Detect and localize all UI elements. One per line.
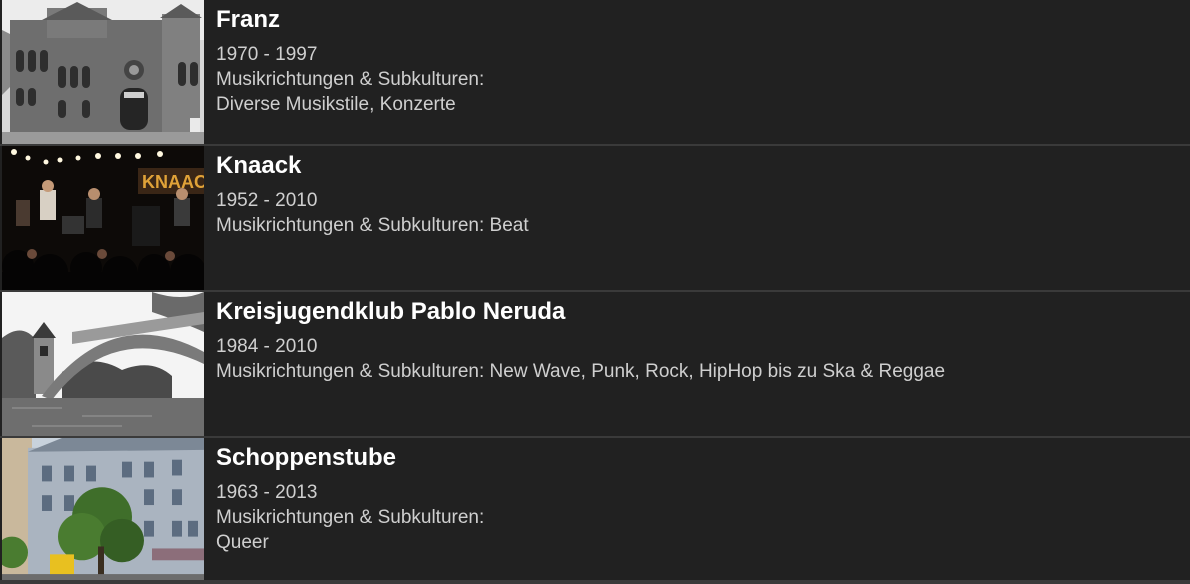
venue-list: Franz 1970 - 1997 Musikrichtungen & Subk… [0, 0, 1190, 584]
venue-info: Kreisjugendklub Pablo Neruda 1984 - 2010… [216, 298, 1180, 384]
venue-genres-value: Queer [216, 532, 269, 553]
venue-photo-knaack[interactable]: KNAACK [2, 146, 204, 290]
venue-genres-label: Musikrichtungen & Subkulturen: [216, 507, 485, 528]
bridge-photo [2, 292, 204, 436]
sign-text: KNAACK [142, 172, 204, 192]
list-item[interactable]: Kreisjugendklub Pablo Neruda 1984 - 2010… [0, 292, 1190, 438]
list-item[interactable]: KNAAC Knaack 1952 - 2010 Musikrichtungen… [0, 146, 1190, 292]
venue-years: 1963 - 2013 [216, 482, 318, 503]
venue-title[interactable]: Schoppenstube [216, 444, 1180, 472]
venue-genres-value: Diverse Musikstile, Konzerte [216, 94, 456, 115]
venue-years: 1970 - 1997 [216, 44, 318, 65]
venue-title[interactable]: Franz [216, 6, 1180, 34]
venue-genres-label: Musikrichtungen & Subkulturen: [216, 69, 485, 90]
venue-genres-label: Musikrichtungen & Subkulturen: New Wave,… [216, 361, 946, 382]
venue-years: 1984 - 2010 [216, 336, 318, 357]
list-item[interactable]: Franz 1970 - 1997 Musikrichtungen & Subk… [0, 0, 1190, 146]
venue-info: Knaack 1952 - 2010 Musikrichtungen & Sub… [216, 152, 1180, 238]
venue-years: 1952 - 2010 [216, 190, 318, 211]
venue-info: Schoppenstube 1963 - 2013 Musikrichtunge… [216, 444, 1180, 555]
building-photo [2, 0, 204, 144]
venue-photo-schoppenstube[interactable] [2, 438, 204, 580]
list-item[interactable]: Schoppenstube 1963 - 2013 Musikrichtunge… [0, 438, 1190, 584]
street-photo [2, 438, 204, 580]
venue-photo-franz[interactable] [2, 0, 204, 144]
venue-title[interactable]: Kreisjugendklub Pablo Neruda [216, 298, 1180, 326]
venue-title[interactable]: Knaack [216, 152, 1180, 180]
venue-photo-pablo-neruda[interactable] [2, 292, 204, 436]
venue-info: Franz 1970 - 1997 Musikrichtungen & Subk… [216, 6, 1180, 117]
concert-photo: KNAACK [2, 146, 204, 290]
venue-genres-label: Musikrichtungen & Subkulturen: Beat [216, 215, 529, 236]
